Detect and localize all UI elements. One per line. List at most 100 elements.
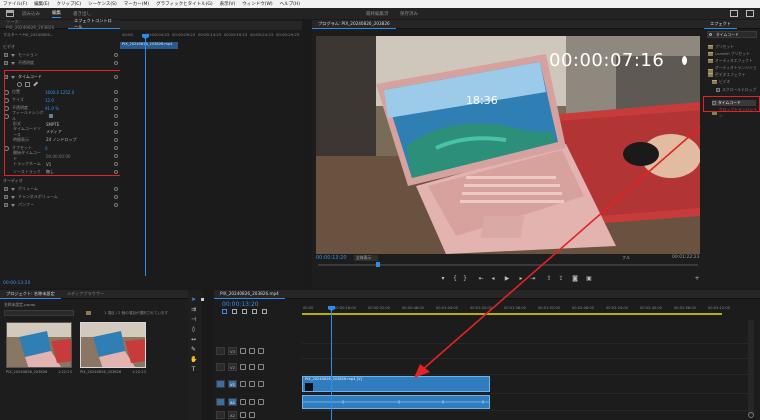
- ec-clip-bar[interactable]: PIX_20240826_203826.mp4: [120, 42, 178, 49]
- tab-media-browser[interactable]: メディアブラウザー: [61, 290, 110, 299]
- track-target-toggle[interactable]: A2: [228, 411, 237, 419]
- motion-row[interactable]: モーション: [4, 52, 118, 58]
- eye-icon[interactable]: [258, 381, 264, 387]
- project-thumbnail-selected[interactable]: [80, 322, 146, 368]
- audio-panner-row[interactable]: パンナー: [4, 202, 118, 208]
- reset-icon[interactable]: [114, 195, 118, 199]
- hand-tool-icon[interactable]: ✋: [190, 356, 197, 363]
- razor-tool-icon[interactable]: ◊: [190, 326, 197, 333]
- lock-icon[interactable]: [240, 364, 246, 370]
- slip-tool-icon[interactable]: ↔: [190, 336, 197, 343]
- menu-view[interactable]: 表示(V): [220, 1, 236, 7]
- track-source-toggle[interactable]: [216, 380, 225, 388]
- step-forward-icon[interactable]: ▸: [518, 276, 524, 282]
- eye-icon[interactable]: [258, 348, 264, 354]
- quick-export-icon[interactable]: [730, 10, 738, 17]
- expand-triangle-icon[interactable]: [11, 195, 15, 199]
- expand-triangle-icon[interactable]: [11, 187, 15, 191]
- go-to-out-icon[interactable]: ⇥: [530, 276, 536, 282]
- effects-item-scroll[interactable]: スクロールテロップ: [716, 87, 756, 93]
- effects-item-lumetri[interactable]: Lumetri プリセット: [708, 51, 750, 57]
- tab-sequence[interactable]: PIX_20240826_203826.mp4: [214, 290, 285, 299]
- menu-window[interactable]: ウィンドウ(W): [242, 1, 272, 7]
- ec-playhead[interactable]: [145, 36, 146, 276]
- tab-program[interactable]: プログラム: PIX_20240826_203826: [312, 20, 396, 29]
- type-tool-icon[interactable]: T: [190, 366, 197, 373]
- track-target-toggle[interactable]: V3: [228, 347, 237, 355]
- tab-project[interactable]: プロジェクト: 名称未設定: [0, 290, 61, 299]
- add-marker-icon[interactable]: ▾: [440, 276, 446, 282]
- go-to-in-icon[interactable]: ⇤: [478, 276, 484, 282]
- lift-icon[interactable]: ⇧: [546, 276, 552, 282]
- workspace-tab-import[interactable]: 読み込み: [22, 11, 40, 17]
- play-icon[interactable]: ▶: [504, 276, 510, 282]
- effects-item-presets[interactable]: プリセット: [708, 44, 734, 50]
- comparison-view-icon[interactable]: ▣: [586, 276, 592, 282]
- expand-triangle-icon[interactable]: [11, 53, 15, 57]
- menu-graphics[interactable]: グラフィックとタイトル(G): [156, 1, 212, 7]
- lock-icon[interactable]: [240, 412, 246, 418]
- audio-volume-row[interactable]: ボリューム: [4, 186, 118, 192]
- step-back-icon[interactable]: ◂: [490, 276, 496, 282]
- project-thumbnail[interactable]: [6, 322, 72, 368]
- work-area-bar[interactable]: [302, 313, 722, 315]
- reset-icon[interactable]: [114, 203, 118, 207]
- menu-sequence[interactable]: シーケンス(S): [88, 1, 117, 7]
- opacity-row[interactable]: 不透明度: [4, 60, 118, 66]
- fullscreen-icon[interactable]: [746, 10, 754, 17]
- program-scrub-bar[interactable]: [318, 264, 698, 266]
- menu-help[interactable]: ヘルプ(H): [280, 1, 300, 7]
- track-source-toggle[interactable]: [216, 411, 225, 419]
- workspace-tab-export[interactable]: 書き出し: [73, 11, 91, 17]
- effects-item-audio-effects[interactable]: オーディオエフェクト: [708, 58, 753, 64]
- sync-lock-icon[interactable]: [249, 348, 255, 354]
- tab-effect-controls[interactable]: エフェクトコントロール: [68, 18, 120, 29]
- audio-channel-row[interactable]: チャンネルボリューム: [4, 194, 118, 200]
- effects-item-video[interactable]: ビデオ: [712, 79, 730, 85]
- workspace-tab-edit[interactable]: 編集: [52, 10, 61, 18]
- extract-icon[interactable]: ⇪: [558, 276, 564, 282]
- solo-icon[interactable]: [258, 399, 264, 405]
- add-marker-icon[interactable]: [252, 309, 257, 314]
- zoom-handle-icon[interactable]: [748, 412, 754, 418]
- mute-icon[interactable]: [249, 412, 255, 418]
- menu-edit[interactable]: 編集(E): [34, 1, 49, 7]
- track-select-tool-icon[interactable]: ⇉: [190, 306, 197, 313]
- sync-lock-icon[interactable]: [249, 364, 255, 370]
- fit-dropdown[interactable]: 全体表示: [354, 255, 378, 261]
- effects-search-input[interactable]: タイムコード: [707, 31, 757, 38]
- mute-icon[interactable]: [249, 399, 255, 405]
- track-target-toggle[interactable]: V1: [228, 380, 237, 388]
- reset-icon[interactable]: [114, 187, 118, 191]
- track-source-toggle[interactable]: [216, 363, 225, 371]
- menu-file[interactable]: ファイル(F): [3, 1, 27, 7]
- sync-lock-icon[interactable]: [249, 381, 255, 387]
- export-frame-icon[interactable]: ◙: [572, 276, 578, 282]
- selection-tool-icon[interactable]: ➤: [190, 296, 197, 303]
- timeline-settings-icon[interactable]: [262, 309, 267, 314]
- expand-triangle-icon[interactable]: [11, 61, 15, 65]
- timeline-timecode[interactable]: 00:00:13:20: [222, 301, 259, 308]
- project-search-input[interactable]: [4, 310, 74, 316]
- effects-item-video-effects[interactable]: ビデオエフェクト: [708, 72, 745, 78]
- pen-tool-icon[interactable]: ✎: [190, 346, 197, 353]
- reset-icon[interactable]: [114, 53, 118, 57]
- timeline-vertical-scrollbar[interactable]: [748, 320, 754, 415]
- track-target-toggle[interactable]: A1: [228, 398, 237, 406]
- menu-marker[interactable]: マーカー(M): [124, 1, 149, 7]
- linked-selection-icon[interactable]: [242, 309, 247, 314]
- lock-icon[interactable]: [240, 381, 246, 387]
- lock-icon[interactable]: [240, 399, 246, 405]
- home-icon[interactable]: [6, 10, 14, 17]
- lock-icon[interactable]: [240, 348, 246, 354]
- quality-dropdown[interactable]: フル: [622, 255, 630, 261]
- snap-icon[interactable]: [232, 309, 237, 314]
- program-scrub-head[interactable]: [376, 262, 380, 267]
- reset-icon[interactable]: [114, 61, 118, 65]
- track-source-toggle[interactable]: [216, 398, 225, 406]
- track-target-toggle[interactable]: V2: [228, 363, 237, 371]
- timeline-playhead[interactable]: [331, 308, 332, 420]
- new-bin-icon[interactable]: [86, 311, 91, 315]
- eye-icon[interactable]: [258, 364, 264, 370]
- tab-source[interactable]: ソース: PIX_20240826_203826.: [0, 19, 68, 30]
